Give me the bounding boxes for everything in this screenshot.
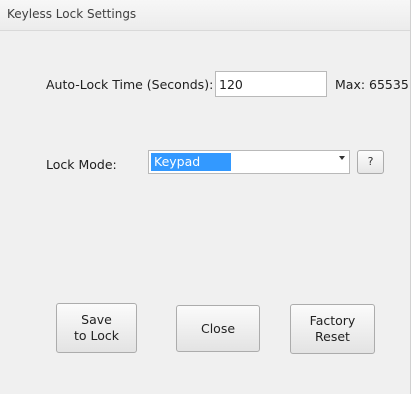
lock-mode-select[interactable]: Keypad xyxy=(148,150,350,174)
chevron-down-icon[interactable] xyxy=(339,156,345,160)
title-bar: Keyless Lock Settings xyxy=(0,0,410,31)
autolock-time-input[interactable]: 120 xyxy=(215,71,327,97)
close-button[interactable]: Close xyxy=(176,305,260,352)
lock-mode-selected-value: Keypad xyxy=(151,153,231,171)
autolock-time-label: Auto-Lock Time (Seconds): xyxy=(46,77,214,92)
autolock-max-text: Max: 65535 xyxy=(335,77,409,92)
lock-mode-label: Lock Mode: xyxy=(46,157,117,172)
save-to-lock-button[interactable]: Save to Lock xyxy=(56,303,137,353)
settings-window: Keyless Lock Settings Auto-Lock Time (Se… xyxy=(0,0,411,394)
window-title: Keyless Lock Settings xyxy=(7,7,137,21)
lock-mode-help-button[interactable]: ? xyxy=(357,150,384,174)
factory-reset-button[interactable]: Factory Reset xyxy=(290,304,375,354)
autolock-time-value: 120 xyxy=(219,77,243,92)
